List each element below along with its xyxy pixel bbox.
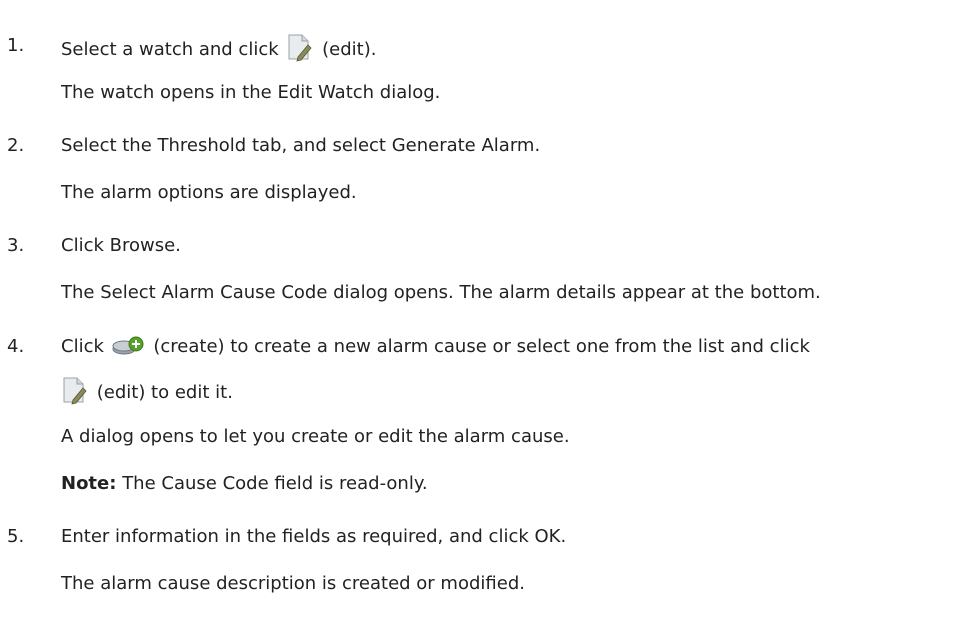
step-4-number: 4.: [7, 336, 25, 357]
step-5-result: The alarm cause description is created o…: [61, 573, 525, 594]
step-2-number: 2.: [7, 135, 25, 156]
step-1-number: 1.: [7, 35, 25, 56]
step-1-text-edit: (edit).: [322, 39, 377, 60]
step-5-instruction: Enter information in the fields as requi…: [61, 526, 567, 547]
step-4-result: A dialog opens to let you create or edit…: [61, 426, 570, 447]
step-2-instruction: Select the Threshold tab, and select Gen…: [61, 135, 541, 156]
step-4-text-create: (create) to create a new alarm cause or …: [153, 336, 810, 357]
step-3-result: The Select Alarm Cause Code dialog opens…: [61, 282, 821, 303]
note-text: The Cause Code field is read-only.: [122, 473, 428, 494]
note-label: Note:: [61, 473, 117, 494]
edit-icon: [61, 377, 87, 412]
step-1-instruction: Select a watch and click (edit).: [61, 34, 376, 69]
step-4-instruction: Click (create) to create a new alarm cau…: [61, 335, 810, 366]
step-5-number: 5.: [7, 526, 25, 547]
step-4-instruction-line2: (edit) to edit it.: [61, 377, 233, 412]
step-3-number: 3.: [7, 235, 25, 256]
step-3-instruction: Click Browse.: [61, 235, 181, 256]
create-icon: [112, 335, 144, 366]
step-1-text: Select a watch and click: [61, 39, 279, 60]
step-4-note: Note: The Cause Code field is read-only.: [61, 472, 428, 496]
edit-icon: [286, 34, 312, 69]
step-2-result: The alarm options are displayed.: [61, 182, 357, 203]
step-4-text: Click: [61, 336, 104, 357]
step-4-text-edit: (edit) to edit it.: [96, 382, 233, 403]
step-1-result: The watch opens in the Edit Watch dialog…: [61, 82, 441, 103]
